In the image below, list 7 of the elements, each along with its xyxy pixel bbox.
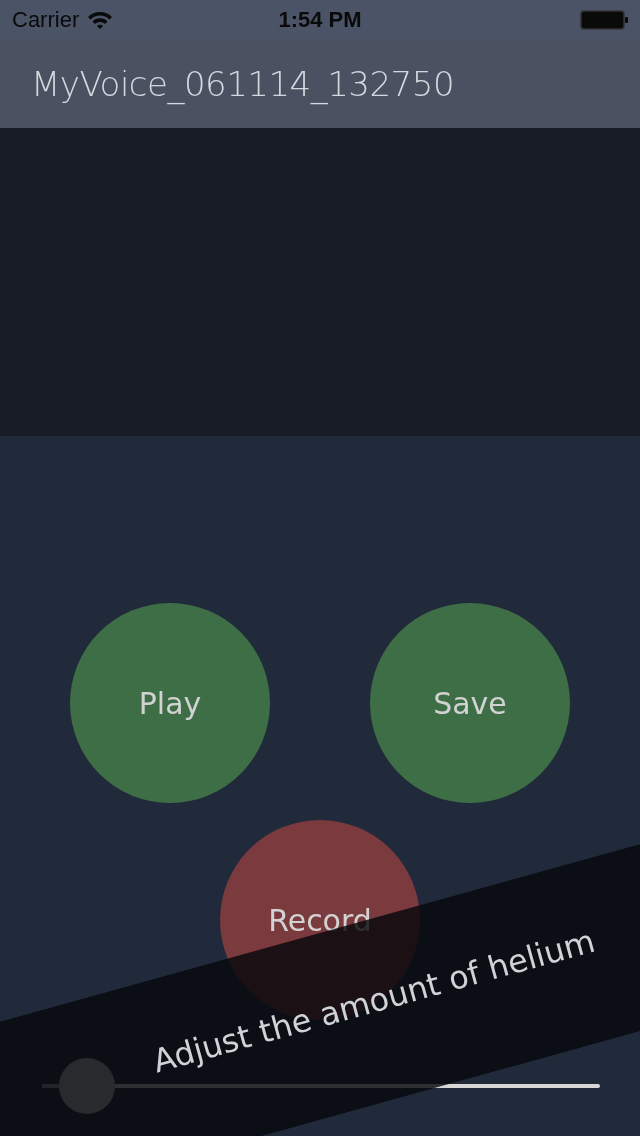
wifi-icon (87, 10, 114, 30)
carrier-name: Carrier (12, 7, 80, 33)
save-button[interactable]: Save (370, 603, 570, 803)
battery-icon (580, 9, 630, 31)
play-button[interactable]: Play (70, 603, 270, 803)
clock-time: 1:54 PM (278, 7, 362, 32)
recording-title: MyVoice_061114_132750 (31, 64, 455, 104)
